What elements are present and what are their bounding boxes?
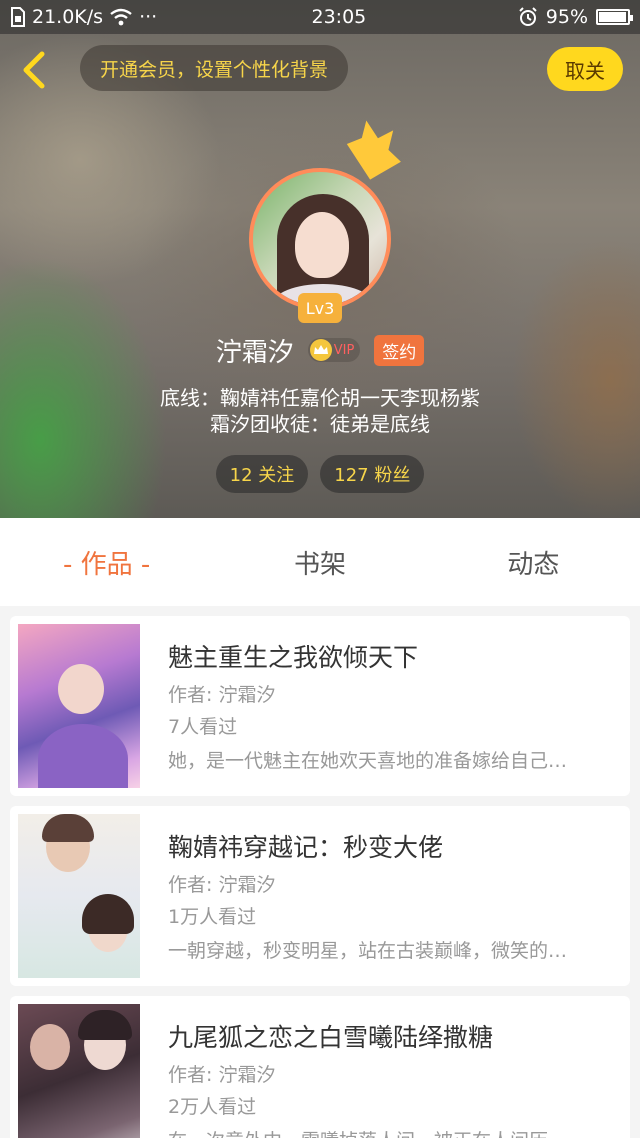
book-card[interactable]: 九尾狐之恋之白雪曦陆绎撒糖 作者: 泞霜汐 2万人看过 在一次意外中，雪曦掉落人… xyxy=(10,996,630,1138)
tab-bar: - 作品 - 书架 动态 xyxy=(0,518,640,606)
bio-line-2: 霜汐团收徒：徒弟是底线 xyxy=(210,412,430,436)
alarm-clock-icon xyxy=(519,7,537,26)
avatar[interactable] xyxy=(249,168,391,310)
network-speed: 21.0K/s xyxy=(32,6,104,28)
book-author: 作者: 泞霜汐 xyxy=(168,874,276,896)
status-bar: 21.0K/s ··· 23:05 95% xyxy=(0,0,640,34)
sim-icon xyxy=(11,7,25,27)
profile-bio: 底线：鞠婧祎任嘉伦胡一天李现杨紫 霜汐团收徒：徒弟是底线 xyxy=(0,385,640,437)
book-card[interactable]: 鞠婧祎穿越记：秒变大佬 作者: 泞霜汐 1万人看过 一朝穿越，秒变明星，站在古装… xyxy=(10,806,630,986)
bio-line-1: 底线：鞠婧祎任嘉伦胡一天李现杨紫 xyxy=(160,386,480,410)
tab-bookshelf[interactable]: 书架 xyxy=(213,518,426,606)
book-title: 魅主重生之我欲倾天下 xyxy=(168,643,419,672)
book-author: 作者: 泞霜汐 xyxy=(168,684,276,706)
battery-icon xyxy=(596,9,633,25)
profile-name: 泞霜汐 xyxy=(215,337,294,368)
level-badge: Lv3 xyxy=(298,293,342,323)
vip-crown-icon xyxy=(309,339,332,361)
followers-count[interactable]: 127 粉丝 xyxy=(320,455,425,493)
book-views: 7人看过 xyxy=(168,716,238,738)
vip-badge: VIP xyxy=(307,338,361,362)
signed-badge: 签约 xyxy=(374,334,425,366)
book-author: 作者: 泞霜汐 xyxy=(168,1064,276,1086)
unfollow-button[interactable]: 取关 xyxy=(547,47,623,91)
vip-background-banner[interactable]: 开通会员，设置个性化背景 xyxy=(80,45,349,91)
book-description: 在一次意外中，雪曦掉落人间，被正在人间历… xyxy=(168,1126,618,1138)
book-views: 2万人看过 xyxy=(168,1096,257,1118)
tab-works[interactable]: - 作品 - xyxy=(0,518,213,606)
vip-label: VIP xyxy=(333,342,355,358)
battery-percent: 95% xyxy=(545,6,588,28)
book-description: 她，是一代魅主在她欢天喜地的准备嫁给自己… xyxy=(168,750,568,772)
back-arrow-icon[interactable] xyxy=(16,50,52,90)
book-cover xyxy=(18,624,140,788)
book-views: 1万人看过 xyxy=(168,906,257,928)
clock: 23:05 xyxy=(311,6,367,28)
book-title: 九尾狐之恋之白雪曦陆绎撒糖 xyxy=(168,1023,494,1052)
book-cover xyxy=(18,814,140,978)
profile-header: 21.0K/s ··· 23:05 95% 开通会员，设置个性化背景 取关 Lv… xyxy=(0,0,640,518)
book-title: 鞠婧祎穿越记：秒变大佬 xyxy=(168,833,444,862)
tab-activity[interactable]: 动态 xyxy=(427,518,640,606)
book-card[interactable]: 魅主重生之我欲倾天下 作者: 泞霜汐 7人看过 她，是一代魅主在她欢天喜地的准备… xyxy=(10,616,630,796)
more-indicator: ··· xyxy=(139,6,158,28)
wifi-icon xyxy=(110,8,132,26)
book-description: 一朝穿越，秒变明星，站在古装巅峰，微笑的… xyxy=(168,940,568,962)
book-cover xyxy=(18,1004,140,1138)
following-count[interactable]: 12 关注 xyxy=(215,455,309,493)
